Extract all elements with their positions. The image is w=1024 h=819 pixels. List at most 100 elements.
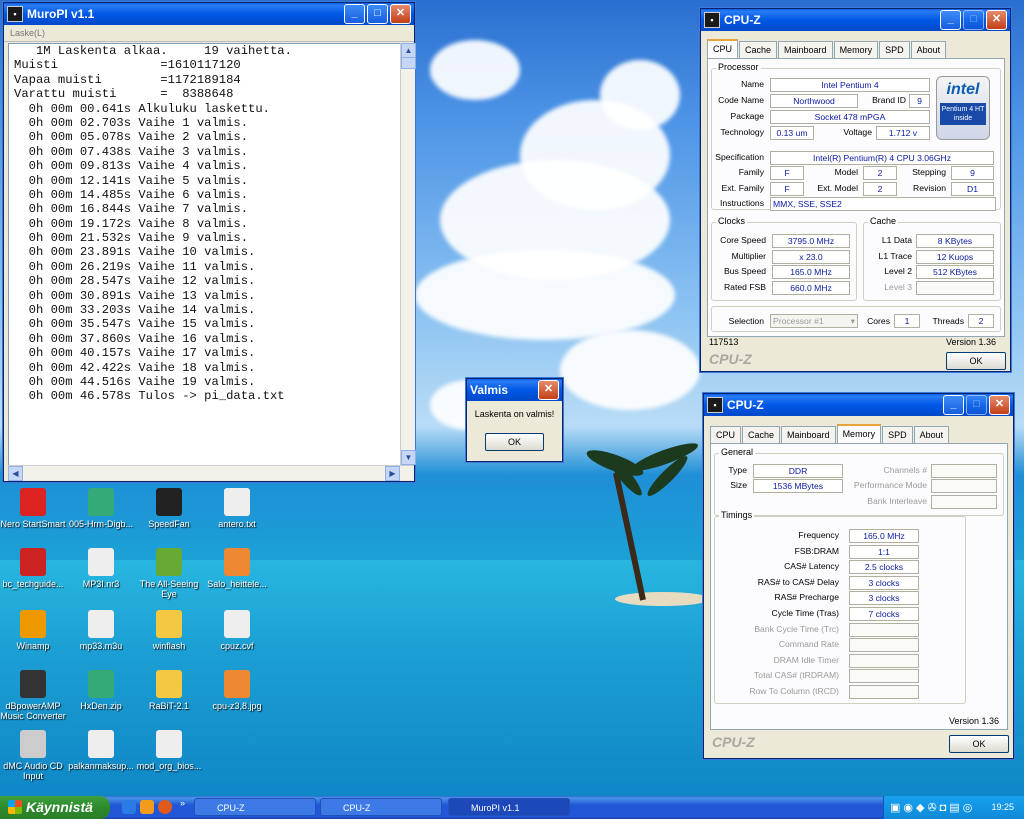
muropi-window[interactable]: ▪ MuroPI v1.1 _ □ ✕ Laske(L) 1M Laskenta… (3, 2, 416, 482)
desktop-icon[interactable]: mod_org_bios... (134, 730, 204, 771)
muropi-titlebar[interactable]: ▪ MuroPI v1.1 _ □ ✕ (4, 3, 414, 25)
vertical-scrollbar[interactable]: ▲ ▼ (400, 43, 416, 465)
timing-value: 3 clocks (849, 591, 919, 606)
media-player-icon[interactable] (140, 800, 154, 814)
nero-icon (20, 488, 46, 516)
brandid-label: Brand ID (872, 95, 906, 105)
desktop-icon[interactable]: palkanmaksup... (66, 730, 136, 771)
desktop-icon[interactable]: 005-Hrm-Digb... (66, 488, 136, 529)
tab-cpu[interactable]: CPU (707, 39, 739, 59)
console-output: 1M Laskenta alkaa. 19 vaihetta. Muisti =1… (8, 43, 402, 467)
tab-about[interactable]: About (910, 41, 947, 58)
name-label: Name (741, 79, 764, 89)
desktop-icon[interactable]: MP3I.nr3 (66, 548, 136, 589)
tray-icons[interactable]: ▣◉◆✇◘▤◎ (890, 801, 975, 814)
timing-label: RAS# Precharge (774, 592, 840, 603)
desktop-icon-label: Winamp (16, 641, 50, 651)
tab-memory[interactable]: Memory (833, 41, 879, 58)
stepping-label: Stepping (912, 167, 946, 177)
desktop-icon[interactable]: HxDen.zip (66, 670, 136, 711)
timing-value (849, 669, 919, 684)
desktop-icon[interactable]: The All-Seeing Eye (134, 548, 204, 599)
corespeed-value: 3795.0 MHz (772, 234, 850, 248)
cpuz2-ok-button[interactable]: OK (949, 735, 1009, 753)
tab-mainboard[interactable]: Mainboard (781, 426, 836, 443)
desktop-icon[interactable]: mp33.m3u (66, 610, 136, 651)
scroll-left-icon[interactable]: ◀ (8, 466, 23, 481)
minimize-button[interactable]: _ (344, 4, 365, 24)
cpuz2-titlebar[interactable]: ▪ CPU-Z _ □ ✕ (704, 394, 1013, 416)
minimize-button[interactable]: _ (943, 395, 964, 415)
tab-mainboard[interactable]: Mainboard (778, 41, 833, 58)
desktop-icon[interactable]: dBpowerAMP Music Converter (0, 670, 68, 721)
desktop-icon[interactable]: antero.txt (202, 488, 272, 529)
cpuz2-version: Version 1.36 (948, 716, 999, 726)
console-line: 0h 00m 23.891s Vaihe 10 valmis. (14, 245, 256, 260)
scroll-up-icon[interactable]: ▲ (401, 43, 416, 58)
desktop-icon[interactable]: cpuz.cvf (202, 610, 272, 651)
close-button[interactable]: ✕ (989, 395, 1010, 415)
clock[interactable]: 19:25 (991, 802, 1014, 812)
technology-value: 0.13 um (770, 126, 814, 140)
maximize-button[interactable]: □ (966, 395, 987, 415)
desktop-icon[interactable]: bc_techguide... (0, 548, 68, 589)
maximize-button[interactable]: □ (963, 10, 984, 30)
menu-laske[interactable]: Laske(L) (4, 25, 414, 42)
timing-value: 1:1 (849, 544, 919, 559)
start-button[interactable]: Käynnistä (0, 796, 110, 819)
scroll-down-icon[interactable]: ▼ (401, 450, 416, 465)
desktop-icon[interactable]: Salo_heittele... (202, 548, 272, 589)
dialog-titlebar[interactable]: Valmis ✕ (467, 379, 562, 401)
taskbar-button[interactable]: CPU-Z (194, 798, 316, 816)
tab-cache[interactable]: Cache (742, 426, 781, 443)
console-line: Muisti =1610117120 (14, 58, 241, 73)
tab-spd[interactable]: SPD (882, 426, 913, 443)
timing-value (849, 638, 919, 653)
firefox-icon[interactable] (158, 800, 172, 814)
console-line: 0h 00m 46.578s Tulos -> pi_data.txt (14, 389, 285, 404)
busspeed-label: Bus Speed (723, 266, 766, 276)
cpuz-memory-window[interactable]: ▪ CPU-Z _ □ ✕ CPU Cache Mainboard Memory SPD… (703, 393, 1014, 759)
cpuz1-titlebar[interactable]: ▪ CPU-Z _ □ ✕ (701, 9, 1010, 31)
close-button[interactable]: ✕ (986, 10, 1007, 30)
horizontal-scrollbar[interactable]: ◀ ▶ (8, 465, 414, 481)
cpuz-cpu-window[interactable]: ▪ CPU-Z _ □ ✕ CPU Cache Mainboard Memory SPD… (700, 8, 1011, 372)
dialog-close-button[interactable]: ✕ (538, 380, 559, 400)
cpuz1-ok-button[interactable]: OK (946, 352, 1006, 370)
word-doc-icon (88, 730, 114, 758)
taskbar-button[interactable]: MuroPI v1.1 (448, 798, 570, 816)
selection-dropdown[interactable]: Processor #1 ▾ (770, 314, 858, 328)
tab-cache[interactable]: Cache (739, 41, 778, 58)
close-button[interactable]: ✕ (390, 4, 411, 24)
desktop-icon[interactable]: dMC Audio CD Input (0, 730, 68, 781)
tab-spd[interactable]: SPD (879, 41, 910, 58)
quicklaunch-chevron-icon[interactable]: » (180, 798, 185, 808)
zip-icon (88, 670, 114, 698)
tab-memory[interactable]: Memory (836, 424, 882, 444)
desktop-icon[interactable]: Winamp (0, 610, 68, 651)
family-label: Family (738, 167, 764, 177)
minimize-button[interactable]: _ (940, 10, 961, 30)
dialog-ok-button[interactable]: OK (485, 433, 544, 451)
tab-about[interactable]: About (913, 426, 950, 443)
desktop-icon[interactable]: cpu-z3,8.jpg (202, 670, 272, 711)
timing-value (849, 685, 919, 699)
ie-icon[interactable] (122, 800, 136, 814)
valmis-dialog[interactable]: Valmis ✕ Laskenta on valmis! OK (466, 378, 563, 462)
scroll-right-icon[interactable]: ▶ (385, 466, 400, 481)
l1trace-label: L1 Trace (878, 251, 912, 261)
desktop-icon[interactable]: winflash (134, 610, 204, 651)
desktop-icon[interactable]: Nero StartSmart (0, 488, 68, 529)
desktop-icon[interactable]: RaBiT-2.1 (134, 670, 204, 711)
level2-label: Level 2 (884, 266, 912, 276)
taskbar-button[interactable]: CPU-Z (320, 798, 442, 816)
desktop-icon-label: mp33.m3u (79, 641, 123, 651)
scroll-thumb[interactable] (401, 57, 416, 69)
desktop-icon-label: RaBiT-2.1 (148, 701, 190, 711)
maximize-button[interactable]: □ (367, 4, 388, 24)
desktop-icon-label: cpuz.cvf (220, 641, 254, 651)
desktop-icon[interactable]: SpeedFan (134, 488, 204, 529)
timing-value (849, 622, 919, 637)
tab-cpu[interactable]: CPU (710, 426, 742, 443)
console-line: 0h 00m 42.422s Vaihe 18 valmis. (14, 360, 256, 375)
